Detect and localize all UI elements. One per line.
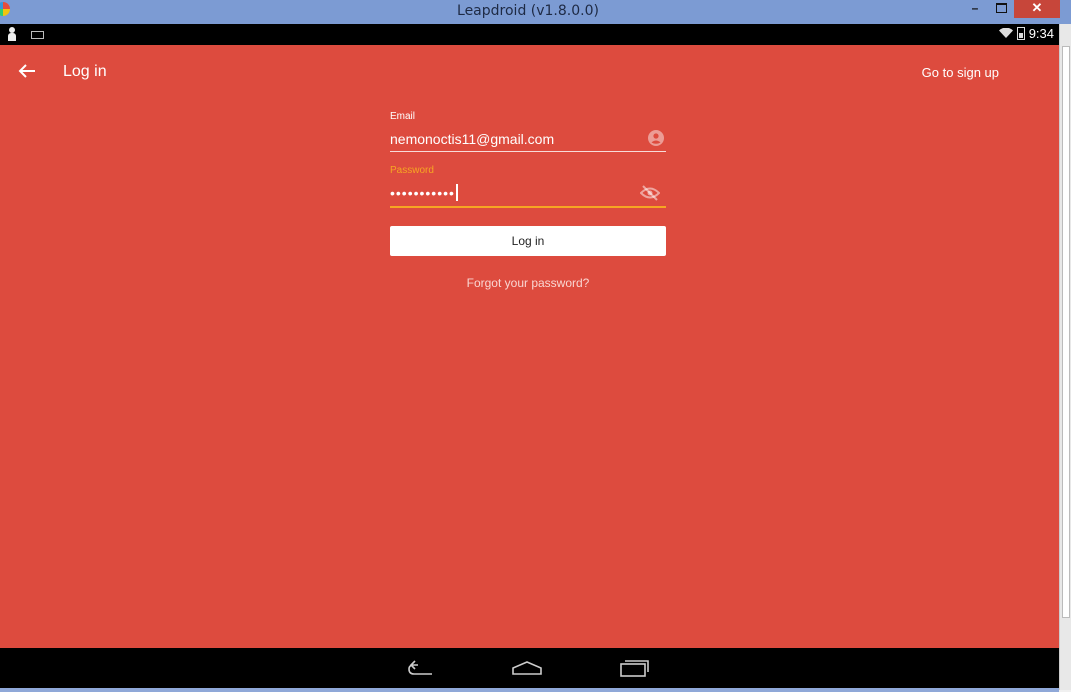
- password-field[interactable]: •••••••••••: [390, 179, 666, 208]
- password-dots: •••••••••••: [390, 185, 455, 201]
- app-screen: Log in Go to sign up Email nemonoctis11@…: [0, 45, 1059, 648]
- forgot-password-link[interactable]: Forgot your password?: [390, 276, 666, 290]
- status-notification-icons: [8, 27, 45, 42]
- minimize-button[interactable]: –: [964, 0, 986, 18]
- go-to-sign-up-link[interactable]: Go to sign up: [922, 65, 999, 80]
- login-button[interactable]: Log in: [390, 226, 666, 256]
- scrollbar-thumb[interactable]: [1062, 46, 1070, 618]
- arrow-back-icon[interactable]: [17, 63, 37, 79]
- keyboard-icon: [31, 31, 45, 39]
- account-circle-icon: [648, 130, 664, 146]
- wifi-icon: [998, 28, 1013, 38]
- android-status-bar: 9:34: [0, 24, 1059, 45]
- text-cursor: [455, 184, 458, 201]
- visibility-off-icon[interactable]: [640, 185, 660, 201]
- maximize-button[interactable]: [990, 0, 1012, 18]
- android-nav-bar: [0, 648, 1059, 688]
- window-bottom-border: [0, 688, 1059, 692]
- password-masked-value: •••••••••••: [390, 184, 458, 201]
- battery-icon: [1016, 27, 1025, 40]
- window-scrollbar[interactable]: [1059, 24, 1071, 690]
- page-title: Log in: [63, 63, 107, 80]
- user-notification-icon: [8, 27, 16, 41]
- nav-home-icon[interactable]: [511, 658, 543, 678]
- email-label: Email: [390, 111, 416, 122]
- nav-back-icon[interactable]: [406, 658, 438, 678]
- window-titlebar[interactable]: Leapdroid (v1.8.0.0) – ✕: [0, 0, 1071, 24]
- status-time: 9:34: [1028, 26, 1054, 41]
- close-button[interactable]: ✕: [1014, 0, 1060, 18]
- status-system-icons: 9:34: [998, 26, 1054, 41]
- window-title: Leapdroid (v1.8.0.0): [457, 3, 599, 19]
- email-field[interactable]: nemonoctis11@gmail.com: [390, 125, 666, 152]
- nav-recents-icon[interactable]: [619, 658, 651, 678]
- email-value: nemonoctis11@gmail.com: [390, 131, 555, 147]
- password-label: Password: [390, 165, 434, 176]
- maximize-icon: [995, 3, 1007, 13]
